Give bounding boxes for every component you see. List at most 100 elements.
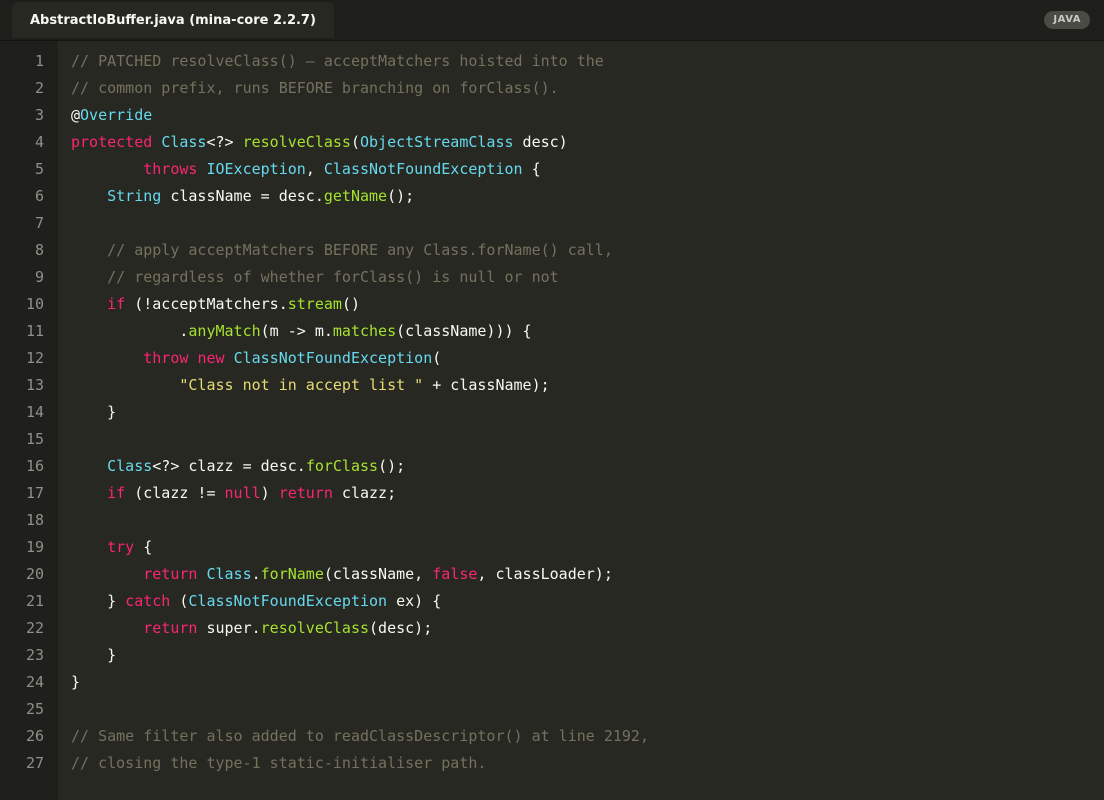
code-token-text: () xyxy=(341,295,360,313)
code-line: try { xyxy=(71,534,152,561)
line-number: 1 xyxy=(34,52,44,70)
code-token-comment: // closing the type-1 static-initialiser… xyxy=(71,754,487,772)
code-token-text: clazz; xyxy=(332,484,397,502)
code-line: if (!acceptMatchers.stream() xyxy=(71,291,360,318)
code-line: Class<?> clazz = desc.forClass(); xyxy=(71,453,405,480)
code-token-text: (!acceptMatchers. xyxy=(125,295,288,313)
code-editor[interactable]: 1 2 3 4 5 6 7 8 9 10 11 12 13 14 15 16 17 18 19 20 21 22 23 24 2… xyxy=(0,41,1104,800)
code-token-type: IOException xyxy=(206,160,306,178)
code-token-text: (desc); xyxy=(369,619,433,637)
code-line: } xyxy=(71,399,116,426)
code-token-type: ObjectStreamClass xyxy=(360,133,514,151)
line-number: 8 xyxy=(34,241,44,259)
code-token-comment: // PATCHED resolveClass() — acceptMatche… xyxy=(71,52,604,70)
line-number: 21 xyxy=(25,592,44,610)
code-token-type: Class xyxy=(206,565,252,583)
code-line: // closing the type-1 static-initialiser… xyxy=(71,750,486,777)
code-token-keyword: catch xyxy=(125,592,171,610)
code-token-comment: // Same filter also added to readClassDe… xyxy=(71,727,649,745)
line-number: 22 xyxy=(25,619,44,637)
code-token-text: ( xyxy=(170,592,189,610)
code-token-function: resolveClass xyxy=(260,619,370,637)
line-number: 24 xyxy=(25,673,44,691)
code-token-text: ex) { xyxy=(387,592,442,610)
line-number: 4 xyxy=(34,133,44,151)
code-token-keyword: throw xyxy=(143,349,189,367)
code-token-text: . xyxy=(251,565,261,583)
code-token-keyword: null xyxy=(224,484,261,502)
code-token-keyword: false xyxy=(432,565,478,583)
code-line: // apply acceptMatchers BEFORE any Class… xyxy=(71,237,613,264)
code-token-text: className = desc. xyxy=(161,187,324,205)
code-token-text: ( xyxy=(432,349,442,367)
code-token-text: { xyxy=(522,160,541,178)
code-token-type: ClassNotFoundException xyxy=(233,349,433,367)
code-token-annotation: Override xyxy=(80,106,153,124)
line-number: 5 xyxy=(34,160,44,178)
code-token-keyword: if xyxy=(107,295,126,313)
code-token-text: (clazz != xyxy=(125,484,225,502)
code-line: } xyxy=(71,669,80,696)
file-tab[interactable]: AbstractIoBuffer.java (mina-core 2.2.7) xyxy=(12,2,334,38)
code-viewer-window: AbstractIoBuffer.java (mina-core 2.2.7) … xyxy=(0,0,1104,800)
code-token-text: + className); xyxy=(423,376,550,394)
code-token-type: Class xyxy=(107,457,153,475)
code-token-function: forName xyxy=(260,565,324,583)
language-badge: JAVA xyxy=(1044,11,1090,29)
code-token-function: resolveClass xyxy=(242,133,351,151)
line-number: 2 xyxy=(34,79,44,97)
code-token-keyword: throws xyxy=(143,160,198,178)
code-token-type: Class xyxy=(161,133,207,151)
line-number: 20 xyxy=(25,565,44,583)
code-token-text: ) xyxy=(260,484,279,502)
code-token-text: <?> clazz = desc. xyxy=(152,457,306,475)
code-token-keyword: return xyxy=(143,619,198,637)
line-number: 17 xyxy=(25,484,44,502)
code-token-type: String xyxy=(107,187,162,205)
code-line: throws IOException, ClassNotFoundExcepti… xyxy=(71,156,541,183)
code-token-keyword: return xyxy=(278,484,333,502)
code-token-type: ClassNotFoundException xyxy=(323,160,523,178)
code-line: return Class.forName(className, false, c… xyxy=(71,561,613,588)
line-number: 9 xyxy=(34,268,44,286)
code-line: if (clazz != null) return clazz; xyxy=(71,480,396,507)
line-number: 25 xyxy=(25,700,44,718)
code-token-text: } xyxy=(71,646,117,664)
line-number: 12 xyxy=(25,349,44,367)
code-token-text: (); xyxy=(378,457,406,475)
code-token-keyword: return xyxy=(143,565,198,583)
code-token-text: , classLoader); xyxy=(477,565,613,583)
line-number-gutter: 1 2 3 4 5 6 7 8 9 10 11 12 13 14 15 16 17 18 19 20 21 22 23 24 2… xyxy=(0,41,58,800)
line-number: 23 xyxy=(25,646,44,664)
line-number: 15 xyxy=(25,430,44,448)
line-number: 27 xyxy=(25,754,44,772)
code-token-text: } xyxy=(71,673,81,691)
code-area[interactable]: // PATCHED resolveClass() — acceptMatche… xyxy=(71,41,1091,800)
line-number: 16 xyxy=(25,457,44,475)
code-token-function: anyMatch xyxy=(188,322,261,340)
line-number: 14 xyxy=(25,403,44,421)
code-line: protected Class<?> resolveClass(ObjectSt… xyxy=(71,129,568,156)
code-token-function: stream xyxy=(287,295,342,313)
line-number: 3 xyxy=(34,106,44,124)
code-line: // Same filter also added to readClassDe… xyxy=(71,723,649,750)
code-token-text: super. xyxy=(197,619,261,637)
code-line: String className = desc.getName(); xyxy=(71,183,414,210)
code-token-text: . xyxy=(71,322,189,340)
code-token-comment: // common prefix, runs BEFORE branching … xyxy=(71,79,559,97)
line-number: 10 xyxy=(25,295,44,313)
code-token-string: "Class not in accept list " xyxy=(179,376,424,394)
code-token-comment: // apply acceptMatchers BEFORE any Class… xyxy=(107,241,613,259)
code-token-text: (className, xyxy=(323,565,433,583)
code-token-text: (m -> m. xyxy=(260,322,333,340)
code-token-text: (); xyxy=(387,187,415,205)
